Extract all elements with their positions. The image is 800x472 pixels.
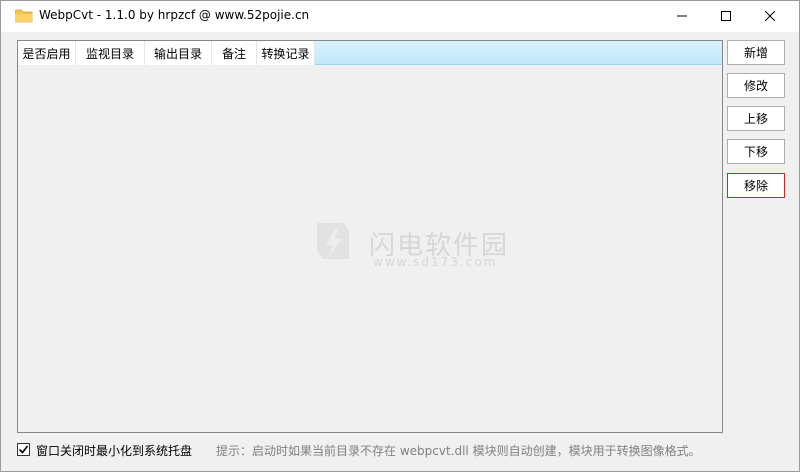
watch-list-table[interactable]: 是否启用 监视目录 输出目录 备注 转换记录 闪电软件园 www.sd173.c… [17,40,723,433]
lightning-logo-icon [313,219,353,268]
folder-icon [14,9,33,23]
checkmark-icon [18,444,29,455]
main-window: WebpCvt - 1.1.0 by hrpzcf @ www.52pojie.… [0,0,800,472]
move-up-button[interactable]: 上移 [727,106,785,131]
minimize-to-tray-label[interactable]: 窗口关闭时最小化到系统托盘 [36,442,192,459]
column-header-label: 输出目录 [153,46,202,61]
minimize-button[interactable] [659,1,705,32]
title-bar[interactable]: WebpCvt - 1.1.0 by hrpzcf @ www.52pojie.… [1,1,799,32]
minimize-icon [677,10,687,24]
edit-button[interactable]: 修改 [727,73,785,98]
table-header: 是否启用 监视目录 输出目录 备注 转换记录 [18,41,722,65]
column-header-label: 转换记录 [261,46,310,61]
watermark: 闪电软件园 www.sd173.com [313,219,509,269]
watermark-subtitle: www.sd173.com [373,255,498,269]
column-header-output-dir[interactable]: 输出目录 [145,41,212,65]
column-header-log[interactable]: 转换记录 [257,41,315,65]
move-down-button[interactable]: 下移 [727,139,785,164]
column-header-label: 监视目录 [85,46,134,61]
column-header-label: 备注 [221,46,246,61]
close-button[interactable] [747,1,793,32]
column-header-note[interactable]: 备注 [212,41,257,65]
close-icon [764,10,776,24]
window-title: WebpCvt - 1.1.0 by hrpzcf @ www.52pojie.… [39,8,310,22]
minimize-to-tray-checkbox[interactable] [17,443,30,456]
column-header-watch-dir[interactable]: 监视目录 [76,41,145,65]
header-filler [315,41,722,65]
remove-button[interactable]: 移除 [727,173,785,198]
maximize-button[interactable] [703,1,749,32]
column-header-label: 是否启用 [22,46,71,61]
add-button[interactable]: 新增 [727,40,785,65]
maximize-icon [721,10,731,24]
hint-text: 提示：启动时如果当前目录不存在 webpcvt.dll 模块则自动创建，模块用于… [216,444,701,458]
column-header-enabled[interactable]: 是否启用 [18,41,76,65]
